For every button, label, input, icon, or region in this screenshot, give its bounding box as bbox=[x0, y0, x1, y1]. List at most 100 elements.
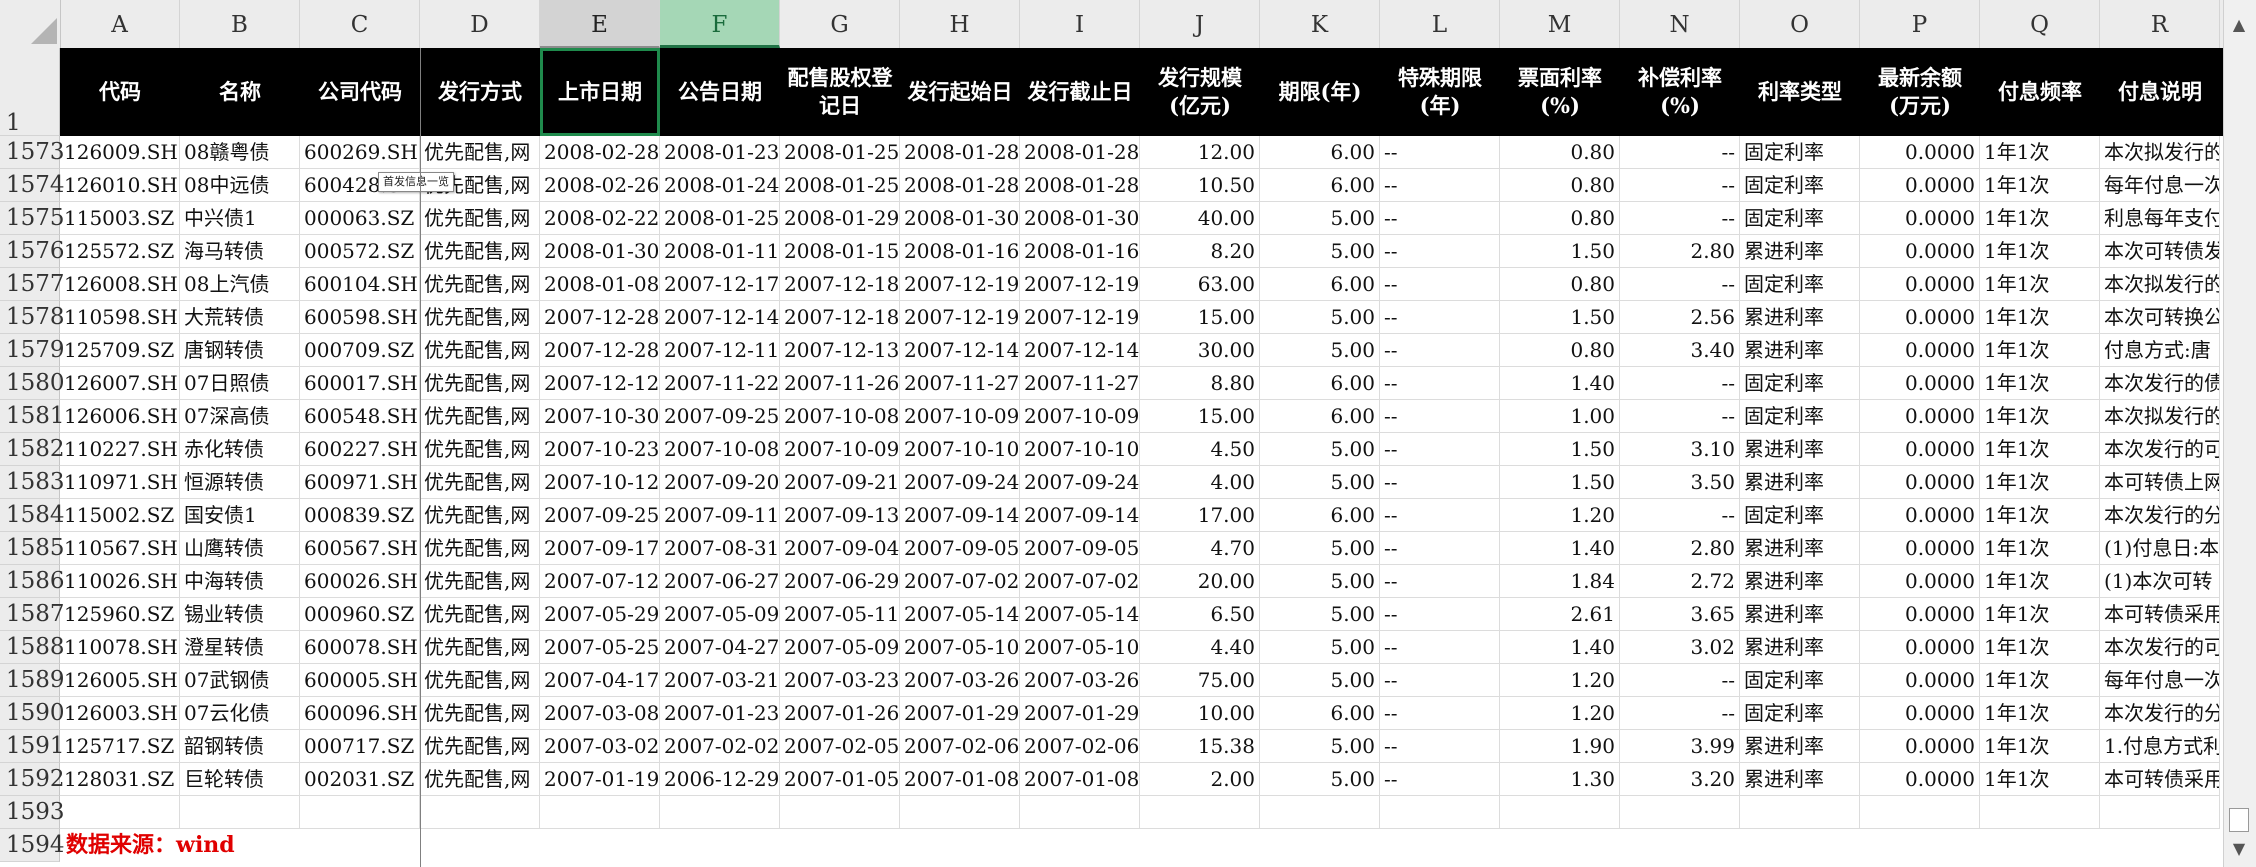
cell-Q-1583[interactable]: 1年1次 bbox=[1980, 466, 2100, 499]
column-header-R[interactable]: R bbox=[2100, 0, 2220, 48]
column-header-B[interactable]: B bbox=[180, 0, 300, 48]
cell-O-1590[interactable]: 固定利率 bbox=[1740, 697, 1860, 730]
cell-O-1582[interactable]: 累进利率 bbox=[1740, 433, 1860, 466]
cell-H-1578[interactable]: 2007-12-19 bbox=[900, 301, 1020, 334]
cell-L-1590[interactable]: -- bbox=[1380, 697, 1500, 730]
cell-N-1584[interactable]: -- bbox=[1620, 499, 1740, 532]
cell-N-1590[interactable]: -- bbox=[1620, 697, 1740, 730]
cell-J-1575[interactable]: 40.00 bbox=[1140, 202, 1260, 235]
cell-J-1585[interactable]: 4.70 bbox=[1140, 532, 1260, 565]
empty-cell[interactable] bbox=[660, 796, 780, 829]
cell-L-1574[interactable]: -- bbox=[1380, 169, 1500, 202]
cell-R-1588[interactable]: 本次发行的可 bbox=[2100, 631, 2220, 664]
cell-B-1588[interactable]: 澄星转债 bbox=[180, 631, 300, 664]
header-cell-C[interactable]: 公司代码 bbox=[300, 48, 420, 136]
cell-G-1587[interactable]: 2007-05-11 bbox=[780, 598, 900, 631]
column-header-I[interactable]: I bbox=[1020, 0, 1140, 48]
cell-G-1591[interactable]: 2007-02-05 bbox=[780, 730, 900, 763]
scroll-thumb[interactable] bbox=[2229, 808, 2249, 832]
select-all-corner[interactable] bbox=[0, 0, 61, 48]
cell-L-1591[interactable]: -- bbox=[1380, 730, 1500, 763]
row-header-1588[interactable]: 1588 bbox=[0, 631, 65, 664]
cell-M-1591[interactable]: 1.90 bbox=[1500, 730, 1620, 763]
cell-J-1583[interactable]: 4.00 bbox=[1140, 466, 1260, 499]
cell-L-1588[interactable]: -- bbox=[1380, 631, 1500, 664]
cell-C-1577[interactable]: 600104.SH bbox=[300, 268, 420, 301]
cell-E-1585[interactable]: 2007-09-17 bbox=[540, 532, 660, 565]
header-cell-P[interactable]: 最新余额 (万元) bbox=[1860, 48, 1980, 136]
cell-L-1585[interactable]: -- bbox=[1380, 532, 1500, 565]
cell-E-1574[interactable]: 2008-02-26 bbox=[540, 169, 660, 202]
cell-R-1580[interactable]: 本次发行的债 bbox=[2100, 367, 2220, 400]
spreadsheet[interactable]: ABCDEFGHIJKLMNOPQR 1 代码 名称 公司代码 发行方式 上市日期 公告日… bbox=[0, 0, 2224, 867]
cell-F-1581[interactable]: 2007-09-25 bbox=[660, 400, 780, 433]
cell-P-1584[interactable]: 0.0000 bbox=[1860, 499, 1980, 532]
cell-I-1580[interactable]: 2007-11-27 bbox=[1020, 367, 1140, 400]
cell-M-1592[interactable]: 1.30 bbox=[1500, 763, 1620, 796]
cell-I-1577[interactable]: 2007-12-19 bbox=[1020, 268, 1140, 301]
cell-A-1590[interactable]: 126003.SH bbox=[60, 697, 180, 730]
cell-F-1582[interactable]: 2007-10-08 bbox=[660, 433, 780, 466]
cell-K-1592[interactable]: 5.00 bbox=[1260, 763, 1380, 796]
cell-A-1584[interactable]: 115002.SZ bbox=[60, 499, 180, 532]
cell-M-1576[interactable]: 1.50 bbox=[1500, 235, 1620, 268]
cell-M-1590[interactable]: 1.20 bbox=[1500, 697, 1620, 730]
cell-O-1588[interactable]: 累进利率 bbox=[1740, 631, 1860, 664]
cell-K-1585[interactable]: 5.00 bbox=[1260, 532, 1380, 565]
data-source-note[interactable]: 数据来源：wind bbox=[66, 829, 235, 862]
cell-P-1578[interactable]: 0.0000 bbox=[1860, 301, 1980, 334]
cell-G-1588[interactable]: 2007-05-09 bbox=[780, 631, 900, 664]
cell-K-1581[interactable]: 6.00 bbox=[1260, 400, 1380, 433]
cell-B-1576[interactable]: 海马转债 bbox=[180, 235, 300, 268]
row-header-1[interactable]: 1 bbox=[0, 48, 60, 136]
cell-P-1592[interactable]: 0.0000 bbox=[1860, 763, 1980, 796]
cell-M-1587[interactable]: 2.61 bbox=[1500, 598, 1620, 631]
cell-F-1583[interactable]: 2007-09-20 bbox=[660, 466, 780, 499]
cell-P-1586[interactable]: 0.0000 bbox=[1860, 565, 1980, 598]
cell-H-1587[interactable]: 2007-05-14 bbox=[900, 598, 1020, 631]
cell-A-1580[interactable]: 126007.SH bbox=[60, 367, 180, 400]
column-header-Q[interactable]: Q bbox=[1980, 0, 2100, 48]
column-header-M[interactable]: M bbox=[1500, 0, 1620, 48]
cell-P-1581[interactable]: 0.0000 bbox=[1860, 400, 1980, 433]
cell-J-1574[interactable]: 10.50 bbox=[1140, 169, 1260, 202]
cell-G-1579[interactable]: 2007-12-13 bbox=[780, 334, 900, 367]
cell-E-1592[interactable]: 2007-01-19 bbox=[540, 763, 660, 796]
header-cell-O[interactable]: 利率类型 bbox=[1740, 48, 1860, 136]
cell-O-1586[interactable]: 累进利率 bbox=[1740, 565, 1860, 598]
cell-E-1589[interactable]: 2007-04-17 bbox=[540, 664, 660, 697]
cell-C-1587[interactable]: 000960.SZ bbox=[300, 598, 420, 631]
cell-N-1578[interactable]: 2.56 bbox=[1620, 301, 1740, 334]
cell-E-1587[interactable]: 2007-05-29 bbox=[540, 598, 660, 631]
cell-K-1576[interactable]: 5.00 bbox=[1260, 235, 1380, 268]
cell-P-1580[interactable]: 0.0000 bbox=[1860, 367, 1980, 400]
cell-Q-1576[interactable]: 1年1次 bbox=[1980, 235, 2100, 268]
cell-P-1587[interactable]: 0.0000 bbox=[1860, 598, 1980, 631]
row-header-1577[interactable]: 1577 bbox=[0, 268, 65, 301]
cell-L-1580[interactable]: -- bbox=[1380, 367, 1500, 400]
empty-cell[interactable] bbox=[1380, 796, 1500, 829]
cell-B-1573[interactable]: 08赣粤债 bbox=[180, 136, 300, 169]
cell-G-1575[interactable]: 2008-01-29 bbox=[780, 202, 900, 235]
cell-D-1591[interactable]: 优先配售,网 bbox=[420, 730, 540, 763]
cell-B-1577[interactable]: 08上汽债 bbox=[180, 268, 300, 301]
cell-G-1573[interactable]: 2008-01-25 bbox=[780, 136, 900, 169]
cell-Q-1592[interactable]: 1年1次 bbox=[1980, 763, 2100, 796]
cell-B-1583[interactable]: 恒源转债 bbox=[180, 466, 300, 499]
cell-E-1591[interactable]: 2007-03-02 bbox=[540, 730, 660, 763]
column-header-N[interactable]: N bbox=[1620, 0, 1740, 48]
cell-G-1589[interactable]: 2007-03-23 bbox=[780, 664, 900, 697]
cell-R-1587[interactable]: 本可转债采用 bbox=[2100, 598, 2220, 631]
cell-Q-1588[interactable]: 1年1次 bbox=[1980, 631, 2100, 664]
cell-L-1576[interactable]: -- bbox=[1380, 235, 1500, 268]
cell-I-1573[interactable]: 2008-01-28 bbox=[1020, 136, 1140, 169]
cell-K-1584[interactable]: 6.00 bbox=[1260, 499, 1380, 532]
cell-R-1574[interactable]: 每年付息一次 bbox=[2100, 169, 2220, 202]
cell-I-1584[interactable]: 2007-09-14 bbox=[1020, 499, 1140, 532]
cell-D-1589[interactable]: 优先配售,网 bbox=[420, 664, 540, 697]
cell-L-1592[interactable]: -- bbox=[1380, 763, 1500, 796]
empty-cell[interactable] bbox=[1860, 796, 1980, 829]
cell-Q-1585[interactable]: 1年1次 bbox=[1980, 532, 2100, 565]
empty-cell[interactable] bbox=[2100, 796, 2220, 829]
cell-C-1578[interactable]: 600598.SH bbox=[300, 301, 420, 334]
